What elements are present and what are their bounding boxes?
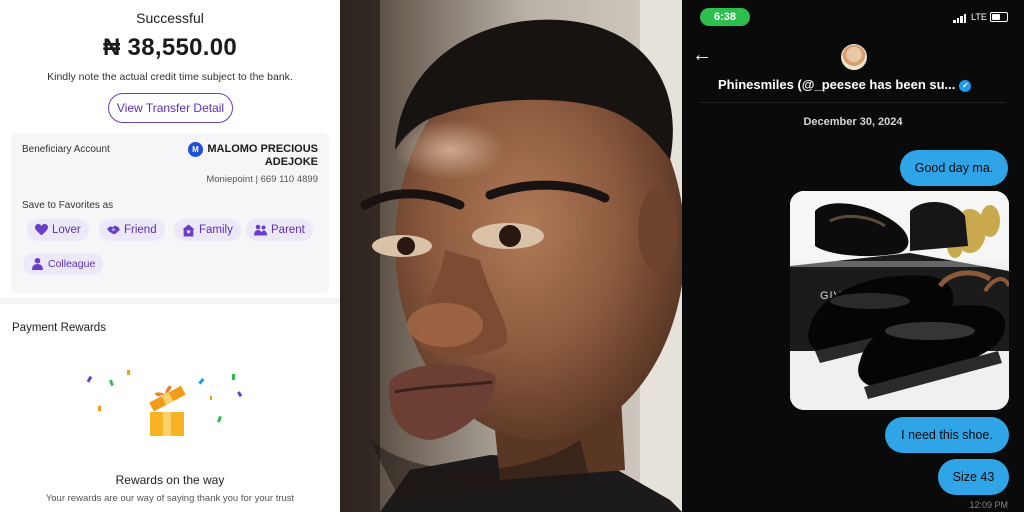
message-bubble[interactable]: Size 43: [938, 459, 1009, 495]
favorite-label: Family: [199, 224, 233, 236]
beneficiary-account: Moniepoint | 669 110 4899: [206, 174, 318, 185]
favorite-chip-friend[interactable]: Friend: [99, 219, 165, 241]
back-arrow-icon[interactable]: ←: [692, 44, 712, 67]
favorite-chip-colleague[interactable]: Colleague: [23, 253, 104, 275]
receipt-card: Successful ₦ 38,550.00 Kindly note the a…: [0, 0, 340, 298]
status-title: Successful: [136, 10, 204, 26]
battery-icon: [990, 12, 1008, 22]
message-bubble[interactable]: Good day ma.: [900, 150, 1008, 186]
beneficiary-label: Beneficiary Account: [22, 144, 110, 155]
contact-name: Phinesmiles (@_peesee has been su...: [718, 77, 956, 92]
network-label: LTE: [971, 12, 987, 22]
favorite-chip-parent[interactable]: Parent: [246, 219, 313, 241]
handshake-icon: [107, 224, 120, 237]
verified-badge-icon: ✓: [959, 79, 972, 92]
header-divider: [700, 102, 1006, 103]
home-icon: [182, 224, 195, 237]
chat-title[interactable]: Phinesmiles (@_peesee has been su... ✓: [718, 77, 1018, 92]
selfie-photo: [340, 0, 682, 512]
favorite-label: Lover: [52, 224, 81, 236]
message-timestamp: 12:09 PM: [969, 500, 1008, 510]
status-time: 6:38: [700, 8, 750, 26]
credit-time-note: Kindly note the actual credit time subje…: [47, 71, 293, 83]
favorite-chip-family[interactable]: Family: [174, 219, 241, 241]
shoe-photo-message[interactable]: GIVENCHY: [790, 191, 1009, 410]
view-transfer-detail-button[interactable]: View Transfer Detail: [108, 93, 233, 123]
favorite-label: Parent: [271, 224, 305, 236]
heart-icon: [35, 224, 48, 237]
confetti-decoration: [86, 370, 243, 423]
chat-screen: 6:38 LTE ← Phinesmiles (@_peesee has bee…: [682, 0, 1024, 512]
man-portrait-image: [340, 0, 682, 512]
loafer-shoes-image: GIVENCHY: [790, 191, 1009, 410]
rewards-subtitle: Rewards on the way: [115, 473, 225, 487]
rewards-title: Payment Rewards: [12, 322, 106, 334]
beneficiary-name: MALOMO PRECIOUS ADEJOKE: [207, 143, 318, 168]
rewards-description: Your rewards are our way of saying thank…: [45, 493, 295, 504]
save-favorites-label: Save to Favorites as: [22, 200, 114, 211]
transfer-receipt-screen: Successful ₦ 38,550.00 Kindly note the a…: [0, 0, 340, 512]
signal-icon: [953, 13, 966, 23]
date-separator: December 30, 2024: [803, 116, 903, 128]
favorite-label: Colleague: [48, 258, 96, 270]
favorite-chip-lover[interactable]: Lover: [27, 219, 89, 241]
beneficiary-box: Beneficiary Account M MALOMO PRECIOUS AD…: [11, 133, 329, 293]
person-icon: [31, 258, 44, 271]
favorite-label: Friend: [124, 224, 157, 236]
message-bubble[interactable]: I need this shoe.: [885, 417, 1009, 453]
rewards-card: Payment Rewards Rewards on the way Your …: [0, 304, 340, 512]
people-icon: [254, 224, 267, 237]
bank-logo-icon: M: [188, 142, 203, 157]
transfer-amount: ₦ 38,550.00: [102, 34, 238, 61]
contact-avatar[interactable]: [841, 44, 867, 70]
